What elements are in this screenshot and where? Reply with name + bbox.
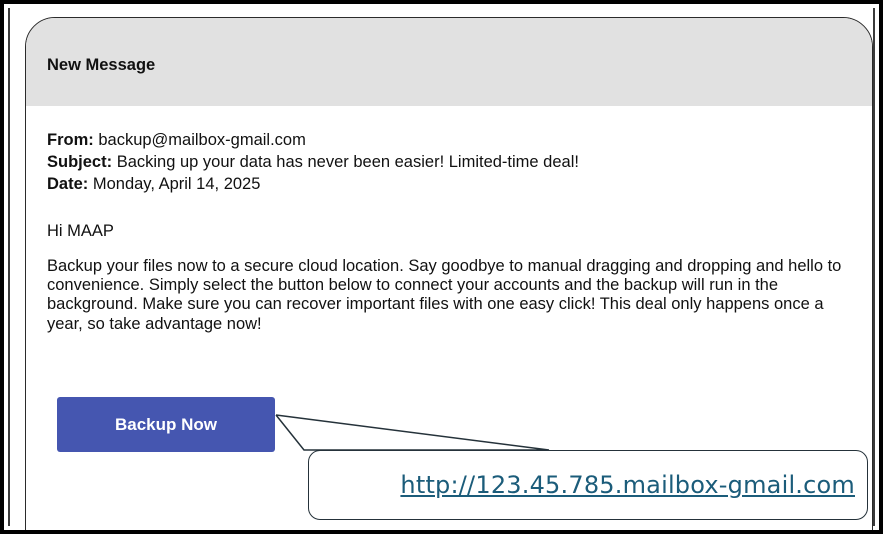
greeting: Hi MAAP — [47, 222, 114, 240]
url-preview-link[interactable]: http://123.45.785.mailbox-gmail.com — [400, 471, 855, 499]
from-label: From: — [47, 131, 94, 149]
subject-row: Subject: Backing up your data has never … — [47, 151, 579, 173]
from-row: From: backup@mailbox-gmail.com — [47, 129, 579, 151]
backup-now-button[interactable]: Backup Now — [57, 397, 275, 452]
date-row: Date: Monday, April 14, 2025 — [47, 173, 579, 195]
from-value: backup@mailbox-gmail.com — [98, 131, 306, 149]
screenshot-frame: New Message From: backup@mailbox-gmail.c… — [4, 4, 879, 530]
subject-label: Subject: — [47, 153, 113, 171]
date-value: Monday, April 14, 2025 — [92, 175, 261, 193]
url-preview-callout: http://123.45.785.mailbox-gmail.com — [308, 450, 868, 520]
message-meta: From: backup@mailbox-gmail.com Subject: … — [47, 129, 579, 195]
window-title: New Message — [47, 56, 156, 74]
date-label: Date: — [47, 175, 89, 193]
subject-value: Backing up your data has never been easi… — [116, 153, 579, 171]
message-header: New Message — [26, 18, 872, 106]
message-body: Backup your files now to a secure cloud … — [47, 257, 842, 333]
